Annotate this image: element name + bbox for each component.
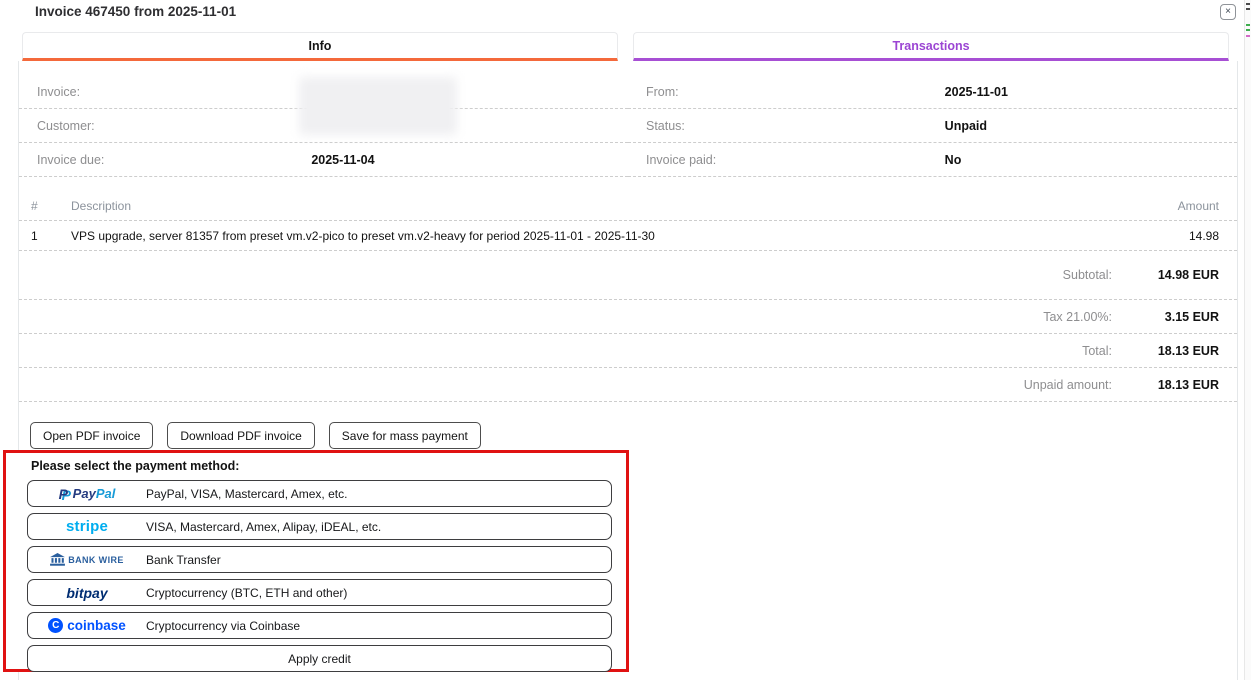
save-for-mass-payment-button[interactable]: Save for mass payment [329,422,481,449]
scrollbar-mark [1246,35,1250,37]
close-button[interactable]: × [1220,4,1236,20]
payment-option-paypal[interactable]: P P PayPal PayPal, VISA, Mastercard, Ame… [27,480,612,507]
column-header-amount: Amount [1087,199,1237,213]
bitpay-logo-icon: bitpay [28,585,146,601]
item-description: VPS upgrade, server 81357 from preset vm… [71,229,1087,243]
totals-section: Subtotal: 14.98 EUR Tax 21.00%: 3.15 EUR… [19,251,1237,402]
line-items-table: # Description Amount 1 VPS upgrade, serv… [19,191,1237,251]
tab-info-label: Info [309,39,332,53]
coinbase-logo-icon: C coinbase [28,618,146,633]
total-value: 18.13 EUR [1112,378,1237,392]
payment-option-bank-wire[interactable]: BANK WIRE Bank Transfer [27,546,612,573]
invoice-details: Invoice: Customer: Invoice due: 2025-11-… [19,61,1237,177]
total-value: 14.98 EUR [1112,268,1237,282]
tab-info[interactable]: Info [22,32,618,61]
download-pdf-invoice-button[interactable]: Download PDF invoice [167,422,314,449]
table-row: 1 VPS upgrade, server 81357 from preset … [19,221,1237,251]
payment-option-description: PayPal, VISA, Mastercard, Amex, etc. [146,487,611,501]
scrollbar-mark [1246,29,1250,31]
total-label: Tax 21.00%: [1043,310,1112,324]
item-number: 1 [19,229,71,243]
detail-row-status: Status: Unpaid [628,109,1237,143]
total-label: Subtotal: [1063,268,1112,282]
tab-transactions[interactable]: Transactions [633,32,1229,61]
status-value: Unpaid [945,119,987,133]
payment-heading: Please select the payment method: [31,459,626,473]
close-icon: × [1225,7,1231,17]
apply-credit-button[interactable]: Apply credit [27,645,612,672]
detail-value: 2025-11-04 [311,153,374,167]
column-header-num: # [19,199,71,213]
payment-option-description: Bank Transfer [146,553,611,567]
scrollbar-mark [1246,24,1250,26]
detail-row-invoice-paid: Invoice paid: No [628,143,1237,177]
apply-credit-label: Apply credit [288,652,351,666]
paypal-p-icon: P P [59,486,71,501]
detail-row-from: From: 2025-11-01 [628,75,1237,109]
bank-building-icon [50,553,65,566]
detail-value: No [945,153,962,167]
column-header-description: Description [71,199,1087,213]
scrollbar-mark [1246,3,1250,5]
redacted-customer-info [299,77,457,135]
payment-option-bitpay[interactable]: bitpay Cryptocurrency (BTC, ETH and othe… [27,579,612,606]
total-label: Unpaid amount: [1024,378,1112,392]
scrollbar[interactable] [1244,0,1251,680]
coinbase-c-icon: C [48,618,63,633]
total-value: 3.15 EUR [1112,310,1237,324]
detail-value: 2025-11-01 [945,85,1008,99]
total-label: Total: [1082,344,1112,358]
tab-transactions-label: Transactions [892,39,969,53]
stripe-logo-icon: stripe [28,518,146,535]
payment-option-stripe[interactable]: stripe VISA, Mastercard, Amex, Alipay, i… [27,513,612,540]
total-row-total: Total: 18.13 EUR [19,334,1237,368]
table-header-row: # Description Amount [19,191,1237,221]
detail-label: Invoice due: [19,153,311,167]
total-row-tax: Tax 21.00%: 3.15 EUR [19,300,1237,334]
payment-option-description: Cryptocurrency (BTC, ETH and other) [146,586,611,600]
bank-wire-logo-icon: BANK WIRE [28,553,146,566]
payment-method-section: Please select the payment method: P P Pa… [3,450,629,672]
open-pdf-invoice-button[interactable]: Open PDF invoice [30,422,153,449]
detail-label: Customer: [19,119,311,133]
invoice-actions: Open PDF invoice Download PDF invoice Sa… [19,422,1237,449]
total-row-unpaid: Unpaid amount: 18.13 EUR [19,368,1237,402]
total-row-subtotal: Subtotal: 14.98 EUR [19,251,1237,300]
scrollbar-mark [1246,8,1250,10]
payment-option-description: VISA, Mastercard, Amex, Alipay, iDEAL, e… [146,520,611,534]
detail-label: Invoice paid: [628,153,945,167]
detail-label: From: [628,85,945,99]
page-title: Invoice 467450 from 2025-11-01 [35,4,236,19]
detail-label: Status: [628,119,945,133]
tab-bar: Info Transactions [22,32,1229,61]
paypal-logo-icon: P P PayPal [28,486,146,501]
detail-row-invoice-due: Invoice due: 2025-11-04 [19,143,628,177]
total-value: 18.13 EUR [1112,344,1237,358]
details-right-column: From: 2025-11-01 Status: Unpaid Invoice … [628,75,1237,177]
detail-label: Invoice: [19,85,311,99]
payment-option-coinbase[interactable]: C coinbase Cryptocurrency via Coinbase [27,612,612,639]
payment-option-description: Cryptocurrency via Coinbase [146,619,611,633]
item-amount: 14.98 [1087,229,1237,243]
